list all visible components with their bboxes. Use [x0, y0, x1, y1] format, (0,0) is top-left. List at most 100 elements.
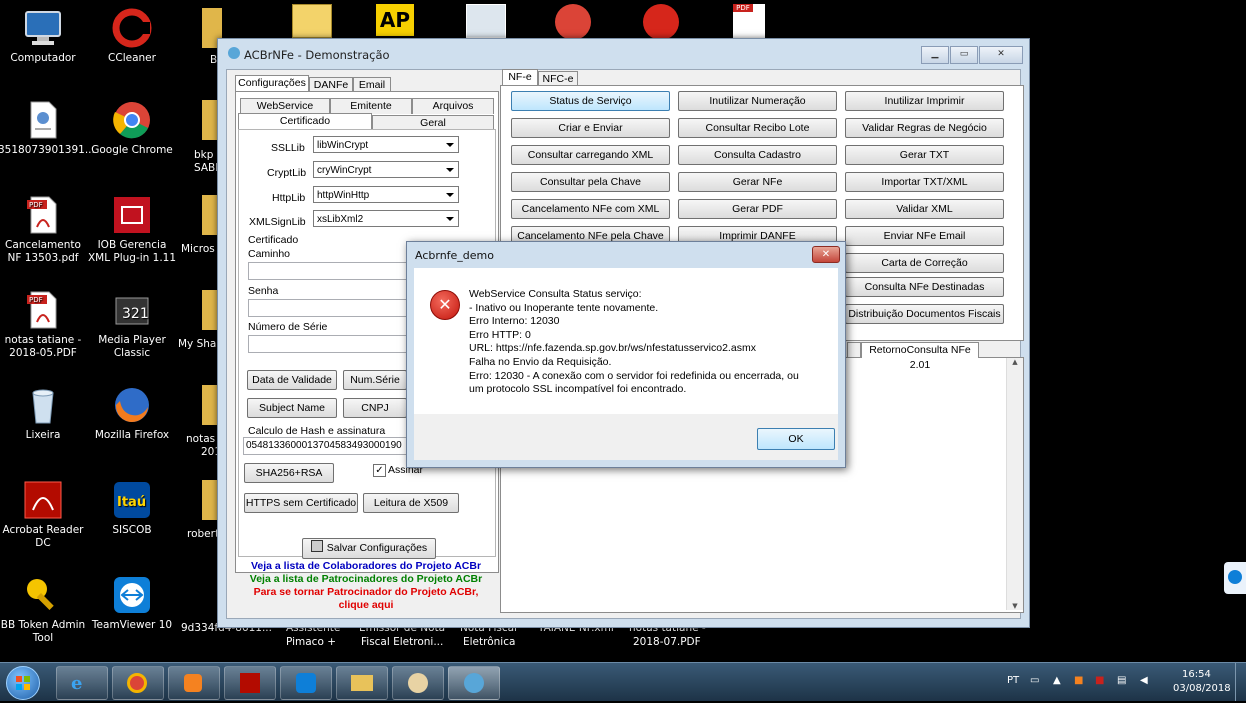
desktop-icon-firefox[interactable]: Mozilla Firefox	[87, 385, 177, 442]
action-button-consultar-carregando-xml[interactable]: Consultar carregando XML	[511, 145, 670, 165]
desktop-icon-acrobat[interactable]: Acrobat Reader DC	[0, 480, 88, 550]
language-indicator[interactable]: PT	[1007, 675, 1019, 686]
httplib-select[interactable]: httpWinHttp	[313, 186, 459, 203]
desktop-icon-iob[interactable]: IOB Gerencia XML Plug-in 1.11	[87, 195, 177, 265]
hash-group-label: Calculo de Hash e assinatura	[248, 425, 386, 437]
action-button-consulta-nfe-destinadas[interactable]: Consulta NFe Destinadas	[845, 277, 1004, 297]
ap-app-icon[interactable]: AP	[376, 4, 414, 36]
desktop-icon-media-player[interactable]: 321 Media Player Classic	[87, 290, 177, 360]
ok-button[interactable]: OK	[757, 428, 835, 450]
mail-folder-icon[interactable]	[292, 4, 332, 38]
taskbar-chrome[interactable]	[112, 666, 164, 700]
colaboradores-link[interactable]: Veja a lista de Colaboradores do Projeto…	[235, 560, 497, 573]
network-icon[interactable]: ▤	[1117, 675, 1126, 686]
ssllib-select[interactable]: libWinCrypt	[313, 136, 459, 153]
tray-app-icon[interactable]: ■	[1074, 675, 1083, 686]
button-label: Validar XML	[896, 203, 953, 215]
taskbar-media-player[interactable]	[168, 666, 220, 700]
desktop-icon-computador[interactable]: Computador	[0, 8, 88, 65]
tab-nfe[interactable]: NF-e	[502, 69, 538, 85]
taskbar-ie[interactable]: e	[56, 666, 108, 700]
clock-date[interactable]: 03/08/2018	[1173, 683, 1231, 694]
action-button-distribuicao-documentos-fiscais[interactable]: Distribuição Documentos Fiscais	[845, 304, 1004, 324]
cryptlib-select[interactable]: cryWinCrypt	[313, 161, 459, 178]
patrocinadores-link[interactable]: Veja a lista de Patrocinadores do Projet…	[235, 573, 497, 586]
tab-emitente[interactable]: Emitente	[330, 98, 412, 114]
spreadsheet-icon[interactable]	[466, 4, 506, 38]
sha256-rsa-button[interactable]: SHA256+RSA	[244, 463, 334, 483]
app-red-icon[interactable]	[643, 4, 679, 40]
window-titlebar[interactable]: ACBrNFe - Demonstração ▁ ▭ ✕	[218, 39, 1029, 69]
keyboard-icon[interactable]: ▭	[1030, 675, 1039, 686]
scroll-down-icon[interactable]: ▼	[1007, 602, 1023, 610]
action-button-inutilizar-imprimir[interactable]: Inutilizar Imprimir	[845, 91, 1004, 111]
tab-webservice[interactable]: WebService	[240, 98, 330, 114]
show-desktop-button[interactable]	[1235, 663, 1246, 701]
show-hidden-icons-icon[interactable]: ▲	[1053, 675, 1061, 686]
action-button-consulta-cadastro[interactable]: Consulta Cadastro	[678, 145, 837, 165]
teamviewer-side-tab[interactable]	[1224, 562, 1246, 594]
tab-retorno-consulta[interactable]: RetornoConsulta NFe 2.01	[861, 342, 979, 371]
desktop-icon-notas-pdf[interactable]: PDF notas tatiane - 2018-05.PDF	[0, 290, 88, 360]
assinar-checkbox[interactable]: ✓	[373, 464, 386, 477]
button-label: Status de Serviço	[549, 95, 632, 107]
volume-icon[interactable]: ◀	[1140, 675, 1148, 686]
data-validade-button[interactable]: Data de Validade	[247, 370, 337, 390]
action-button-validar-regras-de-negocio[interactable]: Validar Regras de Negócio	[845, 118, 1004, 138]
num-serie-button[interactable]: Num.Série	[343, 370, 407, 390]
subject-name-button[interactable]: Subject Name	[247, 398, 337, 418]
scroll-up-icon[interactable]: ▲	[1007, 358, 1023, 366]
tab-arquivos[interactable]: Arquivos	[412, 98, 494, 114]
action-button-inutilizar-numeracao[interactable]: Inutilizar Numeração	[678, 91, 837, 111]
tab-certificado[interactable]: Certificado	[238, 113, 372, 129]
xmlsignlib-select[interactable]: xsLibXml2	[313, 210, 459, 227]
tab-configuracoes[interactable]: Configurações	[235, 75, 309, 91]
action-button-validar-xml[interactable]: Validar XML	[845, 199, 1004, 219]
action-button-gerar-nfe[interactable]: Gerar NFe	[678, 172, 837, 192]
cnpj-button[interactable]: CNPJ	[343, 398, 407, 418]
desktop-icon-cancelamento-pdf[interactable]: PDF Cancelamento NF 13503.pdf	[0, 195, 88, 265]
desktop-icon-siscob[interactable]: Itaú SISCOB	[87, 480, 177, 537]
action-button-status-de-servico[interactable]: Status de Serviço	[511, 91, 670, 111]
tray-pdf-icon[interactable]: ■	[1095, 675, 1104, 686]
action-button-carta-de-correcao[interactable]: Carta de Correção	[845, 253, 1004, 273]
action-button-importar-txt-xml[interactable]: Importar TXT/XML	[845, 172, 1004, 192]
taskbar-explorer[interactable]	[336, 666, 388, 700]
https-sem-certificado-button[interactable]: HTTPS sem Certificado	[244, 493, 358, 513]
desktop-icon-teamviewer[interactable]: TeamViewer 10	[87, 575, 177, 632]
dialog-close-button[interactable]: ✕	[812, 246, 840, 263]
dialog-body: ✕ WebService Consulta Status serviço: - …	[414, 268, 838, 414]
maximize-button[interactable]: ▭	[950, 46, 978, 64]
taskbar-teamviewer[interactable]	[280, 666, 332, 700]
desktop-icon-ccleaner[interactable]: CCleaner	[87, 8, 177, 65]
start-button[interactable]	[6, 666, 40, 700]
taskbar-acrobat[interactable]	[224, 666, 276, 700]
vertical-scrollbar[interactable]: ▲ ▼	[1006, 358, 1023, 610]
pdf-icon[interactable]: PDF	[733, 4, 765, 38]
action-button-consultar-recibo-lote[interactable]: Consultar Recibo Lote	[678, 118, 837, 138]
action-button-gerar-txt[interactable]: Gerar TXT	[845, 145, 1004, 165]
xml-file-icon	[23, 100, 63, 140]
taskbar-paint[interactable]	[392, 666, 444, 700]
close-button[interactable]: ✕	[979, 46, 1023, 64]
salvar-configuracoes-button[interactable]: Salvar Configurações	[302, 538, 436, 559]
chrome-icon[interactable]	[555, 4, 591, 40]
clique-aqui-link[interactable]: clique aqui	[235, 599, 497, 612]
action-button-enviar-nfe-email[interactable]: Enviar NFe Email	[845, 226, 1004, 246]
desktop-icon-xml[interactable]: 3518073901391...	[0, 100, 95, 157]
desktop-icon-bb-token[interactable]: BB Token Admin Tool	[0, 575, 88, 645]
tornar-patrocinador-link[interactable]: Para se tornar Patrocinador do Projeto A…	[235, 586, 497, 599]
action-button-criar-e-enviar[interactable]: Criar e Enviar	[511, 118, 670, 138]
minimize-button[interactable]: ▁	[921, 46, 949, 64]
action-button-gerar-pdf[interactable]: Gerar PDF	[678, 199, 837, 219]
ccleaner-icon	[112, 8, 152, 48]
folder-icon	[351, 675, 373, 691]
desktop-icon-lixeira[interactable]: Lixeira	[0, 385, 88, 442]
action-button-cancelamento-nfe-com-xml[interactable]: Cancelamento NFe com XML	[511, 199, 670, 219]
taskbar-acbrnfe[interactable]	[448, 666, 500, 700]
clock-time[interactable]: 16:54	[1182, 669, 1211, 680]
action-button-consultar-pela-chave[interactable]: Consultar pela Chave	[511, 172, 670, 192]
leitura-x509-button[interactable]: Leitura de X509	[363, 493, 459, 513]
tab-partial[interactable]	[847, 342, 861, 358]
desktop-icon-chrome[interactable]: Google Chrome	[87, 100, 177, 157]
